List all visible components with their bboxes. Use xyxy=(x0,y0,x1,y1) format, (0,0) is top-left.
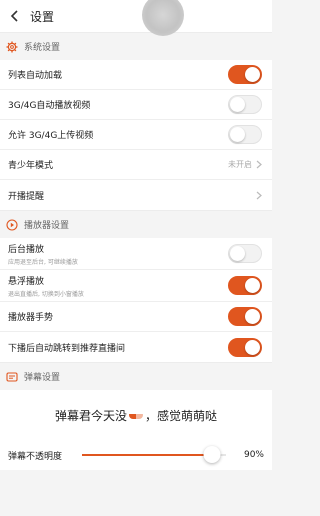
row-mobile-upload[interactable]: 允许 3G/4G上传视频 xyxy=(0,120,272,150)
chevron-right-icon xyxy=(256,160,262,169)
toggle-auto-jump-recommend[interactable] xyxy=(228,337,262,357)
chevron-right-icon xyxy=(256,191,262,200)
row-list-autoload[interactable]: 列表自动加载 xyxy=(0,60,272,90)
section-title: 系统设置 xyxy=(24,43,61,53)
row-mobile-autoplay[interactable]: 3G/4G自动播放视频 xyxy=(0,90,272,120)
opacity-label: 弹幕不透明度 xyxy=(8,451,63,462)
row-label: 下播后自动跳转到推荐直播间 xyxy=(8,343,126,354)
toggle-mobile-upload[interactable] xyxy=(228,125,262,144)
section-header-system: 系统设置 xyxy=(0,32,272,60)
page-title: 设置 xyxy=(30,9,55,24)
section-title: 播放器设置 xyxy=(24,221,70,231)
row-auto-jump-recommend[interactable]: 下播后自动跳转到推荐直播间 xyxy=(0,332,272,362)
toggle-mobile-autoplay[interactable] xyxy=(228,95,262,114)
row-sublabel: 应用退至后台, 可继续播放 xyxy=(8,258,78,266)
opacity-slider-fill xyxy=(82,454,212,456)
section-title: 弹幕设置 xyxy=(24,373,61,383)
row-label: 后台播放 xyxy=(8,244,45,255)
touch-indicator xyxy=(142,0,184,36)
danmaku-preview: 弹幕君今天没 ，感觉萌萌哒 xyxy=(0,390,272,440)
row-label: 列表自动加载 xyxy=(8,71,63,81)
danmaku-opacity-row: 弹幕不透明度 90% xyxy=(0,440,272,470)
chevron-left-icon[interactable] xyxy=(8,9,22,23)
row-floating-play[interactable]: 悬浮播放 退出直播后, 切换到小窗播放 xyxy=(0,270,272,302)
toggle-knob xyxy=(245,339,260,355)
play-circle-icon xyxy=(6,218,18,231)
toggle-knob xyxy=(245,278,260,293)
opacity-slider[interactable] xyxy=(82,446,226,463)
row-label: 3G/4G自动播放视频 xyxy=(8,101,91,111)
opacity-slider-thumb[interactable] xyxy=(203,446,221,463)
toggle-background-play[interactable] xyxy=(228,244,262,263)
row-background-play[interactable]: 后台播放 应用退至后台, 可继续播放 xyxy=(0,238,272,270)
gear-icon xyxy=(6,41,18,53)
row-sublabel: 退出直播后, 切换到小窗播放 xyxy=(8,290,84,298)
toggle-knob xyxy=(245,67,260,82)
row-teen-mode[interactable]: 青少年模式 未开启 xyxy=(0,150,272,180)
toggle-knob xyxy=(245,309,260,324)
danmaku-preview-text-before: 弹幕君今天没 xyxy=(54,408,127,423)
top-bar: 设置 xyxy=(0,0,272,36)
danmaku-icon xyxy=(6,371,18,383)
toggle-knob xyxy=(230,246,245,261)
toggle-knob xyxy=(230,97,245,112)
row-label: 允许 3G/4G上传视频 xyxy=(8,131,94,141)
row-player-gestures[interactable]: 播放器手势 xyxy=(0,302,272,332)
section-header-danmaku: 弹幕设置 xyxy=(0,362,272,390)
teen-mode-status: 未开启 xyxy=(228,160,252,169)
pill-icon xyxy=(129,411,143,419)
toggle-knob xyxy=(230,127,245,142)
row-live-reminder[interactable]: 开播提醒 xyxy=(0,180,272,210)
toggle-list-autoload[interactable] xyxy=(228,65,262,84)
toggle-player-gestures[interactable] xyxy=(228,307,262,326)
row-label: 悬浮播放 xyxy=(8,276,45,287)
opacity-value: 90% xyxy=(243,450,264,460)
row-label: 播放器手势 xyxy=(8,313,54,323)
danmaku-preview-text-after: ，感觉萌萌哒 xyxy=(145,408,218,423)
section-header-player: 播放器设置 xyxy=(0,210,272,238)
row-label: 开播提醒 xyxy=(8,191,45,202)
row-label: 青少年模式 xyxy=(8,161,54,171)
toggle-floating-play[interactable] xyxy=(228,276,262,295)
